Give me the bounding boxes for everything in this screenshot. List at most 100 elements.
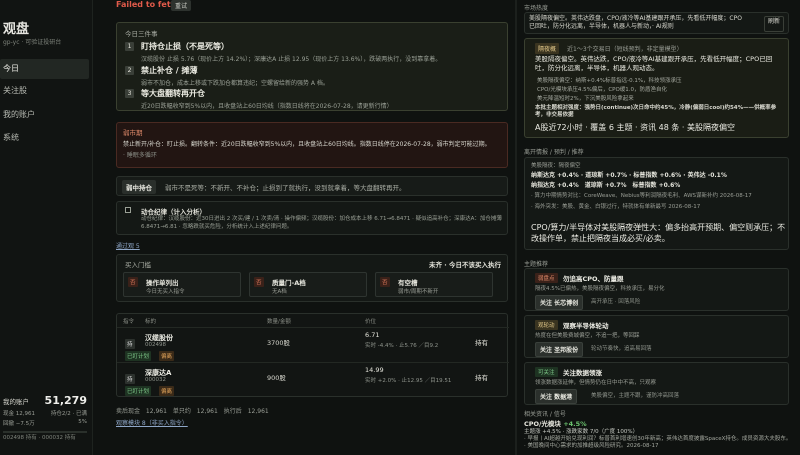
overnight-note: 本批主题相对强度：强势日(continue)次日命中约45%，冷静(偏弱日coo… [535,105,777,118]
col-header: 数量/金额 [267,319,291,325]
today-three-things: 今日三件事 1 盯持仓止损（不是死等） 汉缆股份 止损 5.76（现价上方 14… [116,22,508,111]
top3-item: 1 盯持仓止损（不是死等） 汉缆股份 止损 5.76（现价上方 14.2%）；深… [125,41,441,63]
topic-name: 关注数据领涨 [563,369,602,377]
holding-chip: 弱中持仓 [122,180,156,194]
brand-subtitle: gp-yc · 可验证投研台 [3,39,62,46]
overnight-item: 美元降温短时2%，下沉美股风险拿起来 [537,96,634,102]
condition-name: 质量门-A档 [272,279,306,287]
condition-name: 有空槽 [398,279,418,287]
overnight-chip: 隔夜概 [535,43,560,54]
focus-button[interactable]: 关注 长芯博创 [535,295,584,310]
col-header: 标的 [145,319,157,325]
sidebar-item-watchlist[interactable]: 关注股 [0,81,89,101]
buy-condition: 否 质量门-A档 无A档 [249,272,367,297]
stock-code: 000032 [145,377,166,383]
market-heat-text: 美股隔夜偏空。英伟达跌盘，CPO/液冷等AI基建跟开承压，先看低开幅度；CPO已… [529,15,742,30]
cash-summary: 卖后现金 12,961 单只约 12,961 执行后 12,961 [116,408,269,415]
buy-condition: 否 操作单列出 今日无买入指令 [123,272,241,297]
sidebar-item-today[interactable]: 今日 [0,59,89,79]
account-cash: 现金 12,961 [3,411,35,417]
account-footer: 002498 持有 · 000032 持有 [3,435,76,441]
warning-body: 禁止新开/补仓：盯止损。翻转条件：近20日跌幅收窄到5%以内，且收盘站上60日均… [123,141,491,148]
item-desc: 近20日跌幅收窄到5%以内，且收盘站上60日均线（指数日线将在2026-07-2… [141,103,393,110]
price: 6.71 [365,331,380,339]
no-tag: 否 [380,277,390,287]
topic-sub: 隔夜4.5%已偏热，美股隔夜偏空，科技承压，易分化 [535,286,665,292]
holding-text: 弱市不是死等：不新开、不补仓；止损到了就执行，没到就拿着，等大盘翻转再开。 [165,184,406,192]
topic-sub: 热度在但美股费城偏空，不追一把，等回踩 [535,333,640,339]
table-row[interactable]: 持 深康达A 000032 已盯计划 偏离 900股 14.99 实时 +2.0… [117,362,509,396]
overnight-title: 近1～3个交易日（短线预判，非定量模型） [567,46,683,53]
overnight-card: 隔夜概 近1～3个交易日（短线预判，非定量模型） 美股隔夜偏空。英伟达跌，CPO… [524,38,789,138]
account-summary[interactable]: 我的账户 51,279 现金 12,961 持仓2/2 · 已满 回撤 −7.5… [3,394,87,433]
deviation-badge: 偏离 [159,386,175,396]
sidebar-item-system[interactable]: 系统 [0,128,89,148]
item-desc: 弱市不加仓，成本上移或下跌加仓都算违纪；空螺留给新的强势 A 档。 [141,80,329,87]
watch-module-link[interactable]: 观察模块 8（非买入指令） [116,418,188,427]
buy-status: 未齐 · 今日不该买入执行 [429,261,501,269]
condition-sub: 无A档 [272,289,287,295]
price: 14.99 [365,366,384,374]
focus-button[interactable]: 关注 数据港 [535,389,578,404]
news-item[interactable]: · 早报丨AI超越开始兑现利润？标普首利增速创30年新高；英伟达首度披露Spac… [524,436,789,450]
no-tag: 否 [128,277,138,287]
top3-title: 今日三件事 [125,30,158,38]
discipline-desc: 动仓纪律：汉缆股份：近30日进出 2 次买/建 / 1 次卖/清 · 操作偏频；… [141,216,502,230]
topic-tag: 观轮动 [535,320,558,330]
plan-badge: 已盯计划 [125,351,152,361]
action: 持有 [475,374,488,382]
intel-summary: CPO/算力/半导体对美股隔夜弹性大：偏多抬高开预期、偏空则承压；不改操作单，禁… [531,223,786,243]
intel-card: 美股隔夜：隔夜偏空 纳斯达克 +0.4% · 道琼斯 +0.7% · 标普指数 … [524,157,789,250]
col-header: 指令 [123,319,135,325]
topic-name: 观察半导体轮动 [563,322,609,330]
account-pct: 5% [78,419,87,425]
item-number: 2 [125,66,134,75]
table-row[interactable]: 持 汉缆股份 002498 已盯计划 偏离 3700股 6.71 实时 -4.4… [117,327,509,361]
refresh-button[interactable]: 刷新 [764,16,784,32]
intel-item: · 海外突发：美股、黄金、白银过行，特就体有单新最写 2026-08-17 [531,204,701,210]
item-number: 1 [125,42,134,51]
sidebar: 观盘 gp-yc · 可验证投研台 今日 关注股 我的账户 系统 我的账户 51… [0,0,93,455]
intel-line: 纳斯达克 +0.4% · 道琼斯 +0.7% · 标普指数 +0.6% · 英伟… [531,172,727,179]
account-holdings: 持仓2/2 · 已满 [50,411,87,417]
warning-footer: · 睡眠多循环 [123,152,157,159]
intel-item: · 算力中期情势对比：CoreWeave、Nebius等利润隔夜毛利、AWS谋新… [531,193,752,199]
account-drawdown: 回撤 −7.5万 [3,421,35,427]
topic-card: 可关注 关注数据领涨 领涨数据涨延伸，但情势仍在日中中不高，只观察 关注 数据港… [524,362,789,405]
brand-title: 观盘 [3,22,30,37]
command-badge: 持 [125,339,135,349]
topic-name: 勿追高CPO、防量跟 [563,275,624,283]
condition-name: 操作单列出 [146,279,179,287]
warning-title: 弱市期 [123,129,143,137]
news-sub: 主题涨 +4.5% · 涨跌家数 7/0（广度 100%） [524,429,639,435]
plan-badge: 已盯计划 [125,386,152,396]
retry-button[interactable]: 重试 [171,0,192,11]
quantity: 3700股 [267,339,291,347]
command-badge: 持 [125,374,135,384]
price-detail: 实时 +2.0% · 止12.95 ／目19.51 [365,378,452,384]
column-divider [515,0,517,455]
item-title: 等大盘翻转再开仓 [141,89,205,98]
app-root: 观盘 gp-yc · 可验证投研台 今日 关注股 我的账户 系统 我的账户 51… [0,0,800,455]
overnight-item: CPO/光模块承压4.5%偏后，CPO缓1.0，防盾渔自化 [537,87,668,93]
holding-note: 弱中持仓 弱市不是死等：不新开、不补仓；止损到了就执行，没到就拿着，等大盘翻转再… [116,176,508,196]
action: 持有 [475,339,488,347]
item-title: 盯持仓止损（不是死等） [141,42,229,51]
focus-button[interactable]: 关注 圣邦股份 [535,342,584,357]
top3-item: 3 等大盘翻转再开仓 近20日跌幅收窄到5%以内，且收盘站上60日均线（指数日线… [125,88,393,110]
discipline-card[interactable]: 动仓纪律（计入分析） 动仓纪律：汉缆股份：近30日进出 2 次买/建 / 1 次… [116,201,508,235]
topic-tag: 可关注 [535,367,558,377]
focus-side: 高开承压 · 回落风险 [591,299,641,305]
sidebar-item-account[interactable]: 我的账户 [0,105,89,125]
focus-side: 轮动节奏快，追高易回落 [591,346,652,352]
discipline-checkbox[interactable] [125,207,131,213]
deviation-badge: 偏离 [159,351,175,361]
condition-sub: 弱市/周期不新开 [398,289,439,295]
price-detail: 实时 -4.4% · 止5.76 ／目9.2 [365,343,439,349]
stock-code: 002498 [145,342,166,348]
intel-small: 美股隔夜：隔夜偏空 [531,163,581,169]
tracked-link[interactable]: 通过观 5 [116,241,140,250]
overnight-body: 美股隔夜偏空。英伟达跌，CPO/液冷等AI基建跟开承压，先看低开幅度；CPO已回… [535,55,773,72]
account-title: 我的账户 [3,398,29,406]
topic-tag: 弱盘点 [535,273,558,283]
